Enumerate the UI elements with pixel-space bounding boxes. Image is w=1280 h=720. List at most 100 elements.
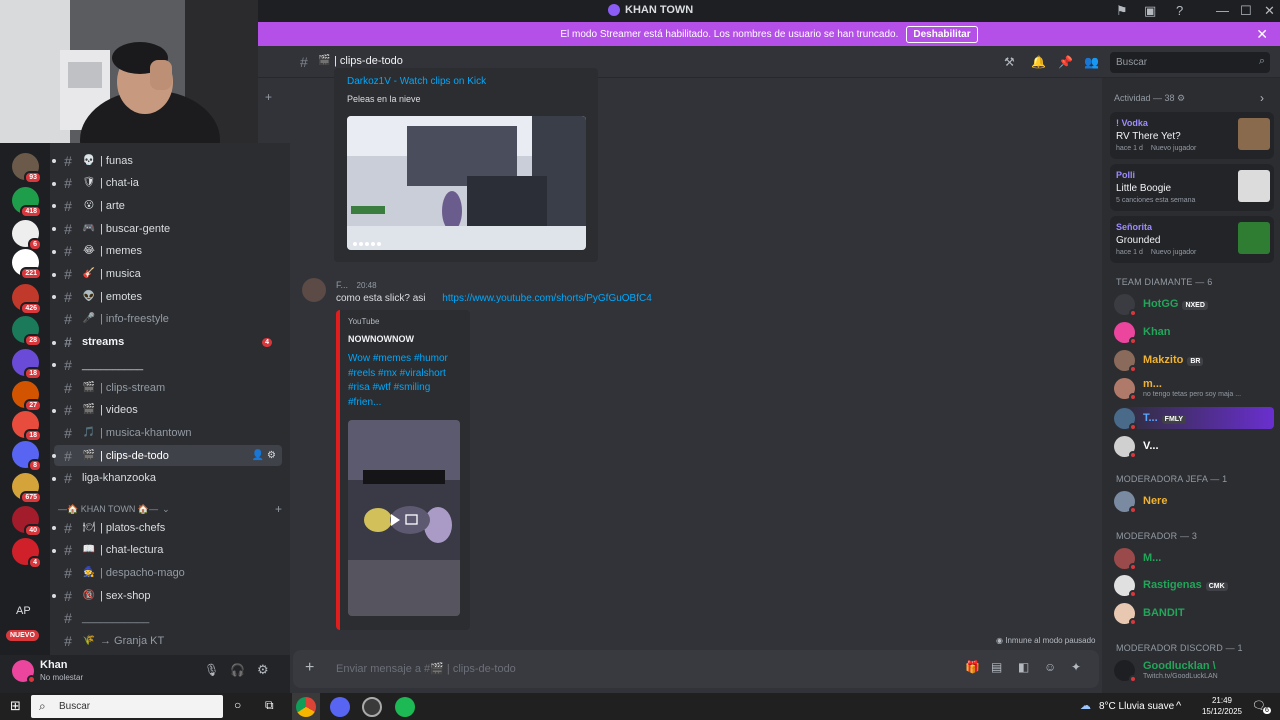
- discord-icon[interactable]: [330, 697, 350, 717]
- sticker-icon[interactable]: ◧: [1018, 660, 1029, 674]
- close-banner-icon[interactable]: ✕: [1256, 26, 1268, 43]
- channel-item[interactable]: # 🎬 | clips-stream: [54, 377, 282, 398]
- chevron-right-icon[interactable]: ›: [1260, 91, 1264, 105]
- channel-item[interactable]: # __________: [52, 354, 282, 375]
- author-avatar[interactable]: [302, 278, 326, 302]
- channel-item[interactable]: # 😂 | memes: [52, 241, 282, 262]
- member-item[interactable]: M...: [1114, 547, 1161, 571]
- server-icon[interactable]: 426: [12, 284, 42, 315]
- threads-icon[interactable]: ⚒: [1004, 55, 1015, 69]
- channel-item[interactable]: # 🧙 | despacho-mago: [54, 562, 282, 583]
- spotify-icon[interactable]: [395, 697, 415, 717]
- server-icon[interactable]: 221: [12, 249, 42, 280]
- server-icon[interactable]: 18: [12, 411, 42, 442]
- tray-chevron-icon[interactable]: ^: [1176, 700, 1181, 712]
- avatar[interactable]: [12, 660, 36, 684]
- activity-card[interactable]: ! Vodka RV There Yet? hace 1 d Nuevo jug…: [1110, 112, 1274, 159]
- settings-gear-icon[interactable]: ⚙: [257, 662, 269, 678]
- member-item[interactable]: V...: [1114, 435, 1159, 459]
- search-icon: ⌕: [1258, 55, 1265, 67]
- microphone-icon[interactable]: 🎙: [204, 663, 219, 677]
- gift-icon[interactable]: 🎁: [965, 660, 980, 674]
- channel-item[interactable]: # 🎵 | musica-khantown: [54, 422, 282, 443]
- message-composer[interactable]: + Enviar mensaje a #🎬 | clips-de-todo 🎁 …: [293, 650, 1099, 688]
- task-view-icon[interactable]: ⧉: [265, 698, 274, 713]
- maximize-icon[interactable]: ☐: [1240, 3, 1252, 19]
- inbox-icon[interactable]: ⚑: [1116, 3, 1128, 19]
- activity-card[interactable]: Polli Little Boogie 5 canciones esta sem…: [1110, 164, 1274, 211]
- channel-item[interactable]: # 📖 | chat-lectura: [52, 540, 282, 561]
- server-icon[interactable]: 93: [12, 153, 42, 184]
- screen-icon[interactable]: ▣: [1144, 3, 1156, 19]
- channel-item[interactable]: # ___________: [54, 608, 282, 629]
- channel-item[interactable]: # 🎬 | videos: [52, 400, 282, 421]
- invite-settings-icon[interactable]: 👤 ⚙: [252, 450, 276, 461]
- member-item[interactable]: Goodlucklan \ Twitch.tv/GoodLuckLAN: [1114, 659, 1218, 683]
- member-item[interactable]: BANDIT: [1114, 602, 1185, 626]
- member-item[interactable]: Nere: [1114, 490, 1167, 514]
- headphones-icon[interactable]: 🎧: [230, 663, 245, 677]
- taskbar-search[interactable]: ⌕ Buscar: [31, 695, 223, 718]
- weather-text[interactable]: 8°C Lluvia suave: [1099, 701, 1174, 712]
- gif-icon[interactable]: ▤: [991, 660, 1002, 674]
- channel-item[interactable]: # 👽 | emotes: [52, 286, 282, 307]
- embed-title[interactable]: NOWNOWNOW: [348, 334, 414, 344]
- channel-item[interactable]: # 🌾 → Granja KT: [54, 631, 282, 652]
- pin-icon[interactable]: 📌: [1058, 55, 1073, 69]
- channel-item[interactable]: # 💀 | funas: [52, 150, 282, 171]
- server-icon[interactable]: 27: [12, 381, 42, 412]
- member-list-icon[interactable]: 👥: [1084, 55, 1099, 69]
- message-input[interactable]: Enviar mensaje a #🎬 | clips-de-todo: [336, 662, 516, 675]
- add-icon[interactable]: +: [265, 90, 272, 104]
- channel-item[interactable]: # 🔞 | sex-shop: [52, 585, 282, 606]
- embed-link[interactable]: Darkoz1V - Watch clips on Kick: [347, 76, 486, 87]
- cortana-icon[interactable]: ○: [234, 698, 241, 712]
- author-name[interactable]: F...: [336, 280, 348, 290]
- member-item[interactable]: m... no tengo tetas pero soy maja ...: [1114, 377, 1241, 401]
- activity-card[interactable]: Señorita Grounded hace 1 d Nuevo jugador: [1110, 216, 1274, 263]
- channel-item[interactable]: # 🍽 | platos-chefs: [52, 517, 282, 538]
- server-icon[interactable]: 418: [12, 187, 42, 218]
- server-icon[interactable]: 6: [12, 220, 42, 251]
- channel-item[interactable]: # 🎬 | clips-de-todo 👤 ⚙: [52, 445, 282, 467]
- channel-item[interactable]: # 🎸 | musica: [52, 264, 282, 285]
- obs-icon[interactable]: [362, 697, 382, 717]
- channel-item[interactable]: # 🎮 | buscar-gente: [52, 218, 282, 239]
- server-ap[interactable]: AP: [16, 605, 31, 617]
- embed-hashtags[interactable]: Wow #memes #humor #reels #mx #viralshort…: [348, 352, 466, 410]
- youtube-link[interactable]: https://www.youtube.com/shorts/PyGfGuOBf…: [442, 293, 652, 304]
- server-icon[interactable]: 18: [12, 349, 42, 380]
- bell-icon[interactable]: 🔔: [1031, 55, 1046, 69]
- clip-thumbnail[interactable]: [347, 116, 586, 250]
- channel-item[interactable]: # 🛡 | chat-ia: [52, 173, 282, 194]
- video-thumbnail[interactable]: [348, 420, 460, 616]
- channel-item[interactable]: # liga-khanzooka: [52, 468, 282, 489]
- server-icon[interactable]: 28: [12, 316, 42, 347]
- windows-start-icon[interactable]: ⊞: [10, 698, 21, 714]
- clock[interactable]: 21:49 15/12/2025: [1198, 695, 1246, 717]
- emoji-icon[interactable]: ☺: [1044, 660, 1056, 674]
- chrome-taskbar[interactable]: [292, 693, 320, 720]
- channel-item[interactable]: # streams 4: [52, 332, 282, 353]
- gear-icon[interactable]: ⚙: [1177, 93, 1185, 103]
- close-window-icon[interactable]: ✕: [1264, 3, 1275, 19]
- member-item[interactable]: Makzito BR: [1114, 349, 1204, 373]
- category-khan-town[interactable]: —🏠 KHAN TOWN 🏠— ⌄ +: [58, 501, 282, 517]
- member-item[interactable]: Khan: [1114, 321, 1171, 345]
- member-item[interactable]: HotGG NXED: [1114, 293, 1208, 317]
- channel-item[interactable]: # 😮 | arte: [52, 195, 282, 216]
- server-icon[interactable]: 40: [12, 506, 42, 537]
- add-channel-icon[interactable]: +: [275, 502, 282, 516]
- disable-button[interactable]: Deshabilitar: [906, 25, 978, 43]
- help-icon[interactable]: ?: [1176, 3, 1183, 18]
- server-icon[interactable]: 8: [12, 441, 42, 472]
- member-item[interactable]: Rastigenas CMK: [1114, 574, 1228, 598]
- channel-item[interactable]: # 🎤 | info-freestyle: [54, 309, 282, 330]
- apps-icon[interactable]: ✦: [1071, 660, 1081, 674]
- search-input[interactable]: Buscar ⌕: [1110, 52, 1270, 73]
- member-item[interactable]: T... FMLY: [1114, 407, 1274, 431]
- server-icon[interactable]: 675: [12, 473, 42, 504]
- add-attachment-icon[interactable]: +: [305, 659, 314, 677]
- server-icon[interactable]: 4: [12, 538, 42, 569]
- minimize-icon[interactable]: —: [1216, 3, 1229, 18]
